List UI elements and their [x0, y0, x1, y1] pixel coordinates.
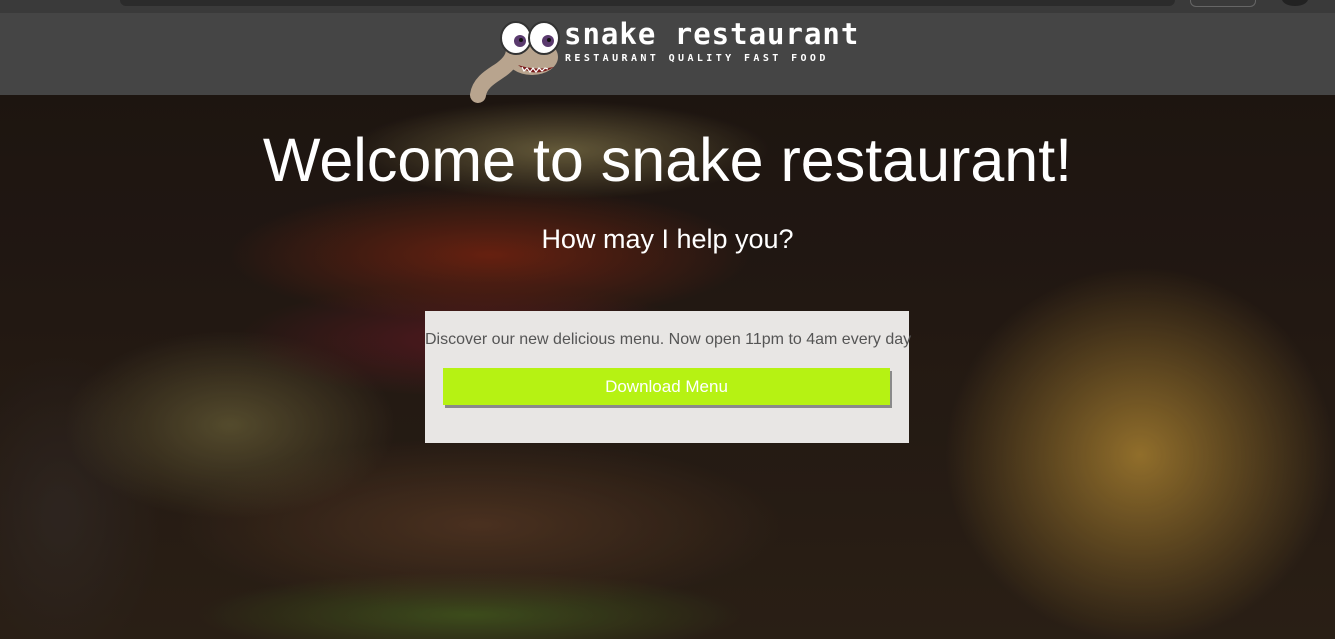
profile-avatar[interactable] [1282, 0, 1308, 6]
download-menu-button[interactable]: Download Menu [443, 368, 890, 405]
site-header: snake restaurant RESTAURANT QUALITY FAST… [0, 13, 1335, 103]
brand-logo[interactable]: snake restaurant RESTAURANT QUALITY FAST… [470, 13, 890, 103]
brand-name: snake restaurant [564, 17, 860, 51]
brand-tagline: RESTAURANT QUALITY FAST FOOD [565, 53, 829, 64]
hero-subtitle: How may I help you? [541, 224, 794, 254]
address-bar[interactable] [120, 0, 1175, 6]
hero-section: Welcome to snake restaurant! How may I h… [0, 95, 1335, 639]
promo-text: Discover our new delicious menu. Now ope… [425, 331, 912, 348]
hero-title: Welcome to snake restaurant! [262, 126, 1073, 194]
snake-mascot-icon [470, 21, 560, 103]
toolbar-button[interactable] [1190, 0, 1256, 7]
browser-top-strip [0, 0, 1335, 13]
promo-card: Discover our new delicious menu. Now ope… [425, 311, 912, 443]
